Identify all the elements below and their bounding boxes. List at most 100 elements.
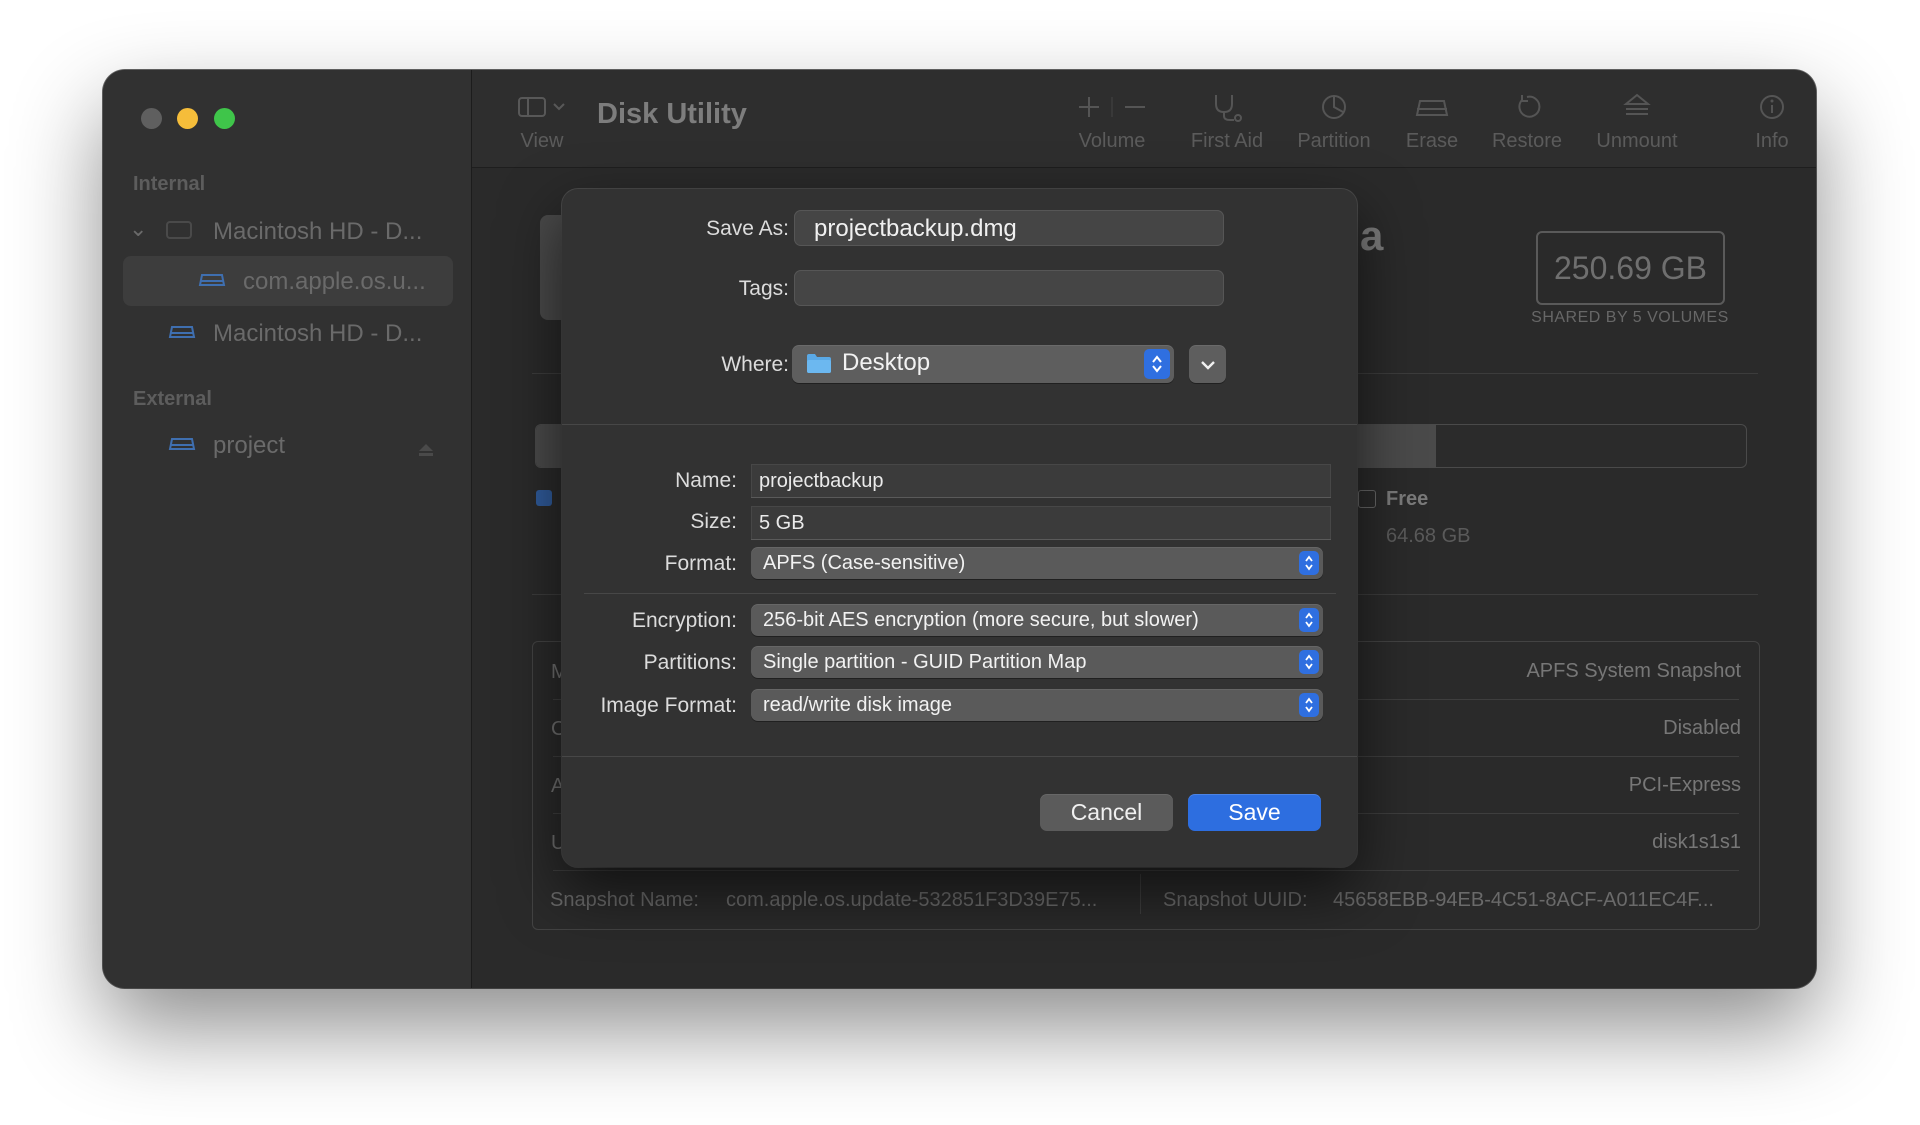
sidebar-item-label: com.apple.os.u... xyxy=(243,268,426,295)
sidebar-item-label: Macintosh HD - D... xyxy=(213,320,423,347)
free-value: 64.68 GB xyxy=(1386,525,1471,547)
sidebar-section-external: External xyxy=(133,388,212,410)
sidebar-item-label: project xyxy=(213,432,286,459)
sidebar-item-macintosh-hd-data[interactable]: Macintosh HD - D... xyxy=(123,308,453,358)
internal-disk-icon xyxy=(165,219,193,248)
info-value: APFS System Snapshot xyxy=(1526,660,1741,682)
popup-stepper-icon xyxy=(1299,650,1319,674)
unmount-label: Unmount xyxy=(1596,130,1678,152)
free-legend-swatch xyxy=(1358,490,1376,508)
save-button[interactable]: Save xyxy=(1188,794,1321,831)
format-popup[interactable]: APFS (Case-sensitive) xyxy=(751,547,1323,579)
size-label: Size: xyxy=(690,510,737,533)
volume-button[interactable]: Volume xyxy=(1062,90,1162,153)
tags-label: Tags: xyxy=(738,277,789,300)
folder-icon xyxy=(806,353,832,379)
toolbar: View Disk Utility Volume First Aid Parti… xyxy=(472,70,1816,168)
sidebar-item-macintosh-hd[interactable]: ⌄ Macintosh HD - D... xyxy=(123,206,453,256)
save-dialog: Save As: projectbackup.dmg Tags: Where: … xyxy=(562,189,1357,867)
partitions-label: Partitions: xyxy=(643,651,737,674)
erase-label: Erase xyxy=(1405,130,1459,152)
view-label: View xyxy=(520,130,564,152)
capacity-value: 250.69 GB xyxy=(1536,231,1725,305)
partitions-popup[interactable]: Single partition - GUID Partition Map xyxy=(751,646,1323,678)
snapshot-name-value: com.apple.os.update-532851F3D39E75... xyxy=(726,889,1098,911)
partitions-value: Single partition - GUID Partition Map xyxy=(763,651,1087,673)
snapshot-uuid-label: Snapshot UUID: xyxy=(1163,889,1308,911)
info-value: Disabled xyxy=(1663,717,1741,739)
chevron-down-icon[interactable]: ⌄ xyxy=(129,216,147,242)
volume-title-fragment: a xyxy=(1360,212,1384,259)
where-label: Where: xyxy=(721,353,789,376)
info-icon xyxy=(1742,90,1802,124)
cancel-button[interactable]: Cancel xyxy=(1040,794,1173,831)
volume-icon xyxy=(198,269,226,298)
popup-stepper-icon xyxy=(1299,608,1319,632)
unmount-icon xyxy=(1582,90,1692,124)
expand-dialog-button[interactable] xyxy=(1189,345,1226,383)
restore-button[interactable]: Restore xyxy=(1477,90,1577,153)
info-value: disk1s1s1 xyxy=(1652,831,1741,853)
unmount-button[interactable]: Unmount xyxy=(1582,90,1692,153)
size-field[interactable]: 5 GB xyxy=(751,506,1331,540)
divider xyxy=(562,756,1357,757)
info-button[interactable]: Info xyxy=(1742,90,1802,153)
snapshot-uuid-value: 45658EBB-94EB-4C51-8ACF-A011EC4F... xyxy=(1333,889,1714,911)
popup-stepper-icon xyxy=(1144,349,1170,379)
save-as-value: projectbackup.dmg xyxy=(814,215,1017,242)
encryption-popup[interactable]: 256-bit AES encryption (more secure, but… xyxy=(751,604,1323,636)
where-value: Desktop xyxy=(842,349,931,376)
restore-label: Restore xyxy=(1491,130,1563,152)
save-as-field[interactable]: projectbackup.dmg xyxy=(794,210,1224,246)
add-remove-icon xyxy=(1062,90,1162,124)
view-button[interactable]: View xyxy=(502,90,582,153)
encryption-value: 256-bit AES encryption (more secure, but… xyxy=(763,609,1199,631)
divider xyxy=(553,870,1739,871)
name-value: projectbackup xyxy=(759,470,884,492)
partition-button[interactable]: Partition xyxy=(1284,90,1384,153)
pie-chart-icon xyxy=(1284,90,1384,124)
sidebar-item-snapshot[interactable]: com.apple.os.u... xyxy=(123,256,453,306)
disk-erase-icon xyxy=(1392,90,1472,124)
volume-icon xyxy=(168,433,196,462)
image-format-popup[interactable]: read/write disk image xyxy=(751,689,1323,721)
capacity-shared: SHARED BY 5 VOLUMES xyxy=(1531,309,1729,326)
size-value: 5 GB xyxy=(759,512,805,534)
divider xyxy=(1140,874,1141,914)
first-aid-button[interactable]: First Aid xyxy=(1177,90,1277,153)
app-title: Disk Utility xyxy=(597,98,747,130)
encryption-label: Encryption: xyxy=(631,609,737,632)
sidebar-item-label: Macintosh HD - D... xyxy=(213,218,423,245)
stethoscope-icon xyxy=(1177,90,1277,124)
info-label: Info xyxy=(1755,130,1789,152)
first-aid-label: First Aid xyxy=(1190,130,1264,152)
image-format-value: read/write disk image xyxy=(763,694,952,716)
sidebar: Internal ⌄ Macintosh HD - D... com.apple… xyxy=(103,70,472,988)
where-popup[interactable]: Desktop xyxy=(792,345,1174,383)
free-label: Free xyxy=(1386,488,1429,510)
zoom-window-button[interactable] xyxy=(214,108,235,129)
popup-stepper-icon xyxy=(1299,693,1319,717)
save-as-label: Save As: xyxy=(706,217,789,240)
name-label: Name: xyxy=(675,469,737,492)
eject-icon[interactable] xyxy=(418,436,434,464)
snapshot-name-label: Snapshot Name: xyxy=(550,889,699,911)
image-format-label: Image Format: xyxy=(600,694,737,717)
tags-field[interactable] xyxy=(794,270,1224,306)
sidebar-toggle-icon xyxy=(502,90,582,124)
format-value: APFS (Case-sensitive) xyxy=(763,552,966,574)
restore-arrow-icon xyxy=(1477,90,1577,124)
divider xyxy=(584,593,1336,594)
partition-label: Partition xyxy=(1297,130,1371,152)
popup-stepper-icon xyxy=(1299,551,1319,575)
format-label: Format: xyxy=(664,552,737,575)
chevron-down-icon xyxy=(1200,358,1216,376)
erase-button[interactable]: Erase xyxy=(1392,90,1472,153)
used-legend-swatch xyxy=(536,490,552,506)
sidebar-item-project[interactable]: project xyxy=(123,420,453,470)
minimize-window-button[interactable] xyxy=(177,108,198,129)
info-value: PCI-Express xyxy=(1628,774,1741,796)
volume-icon xyxy=(168,321,196,350)
name-field[interactable]: projectbackup xyxy=(751,464,1331,498)
close-window-button[interactable] xyxy=(141,108,162,129)
